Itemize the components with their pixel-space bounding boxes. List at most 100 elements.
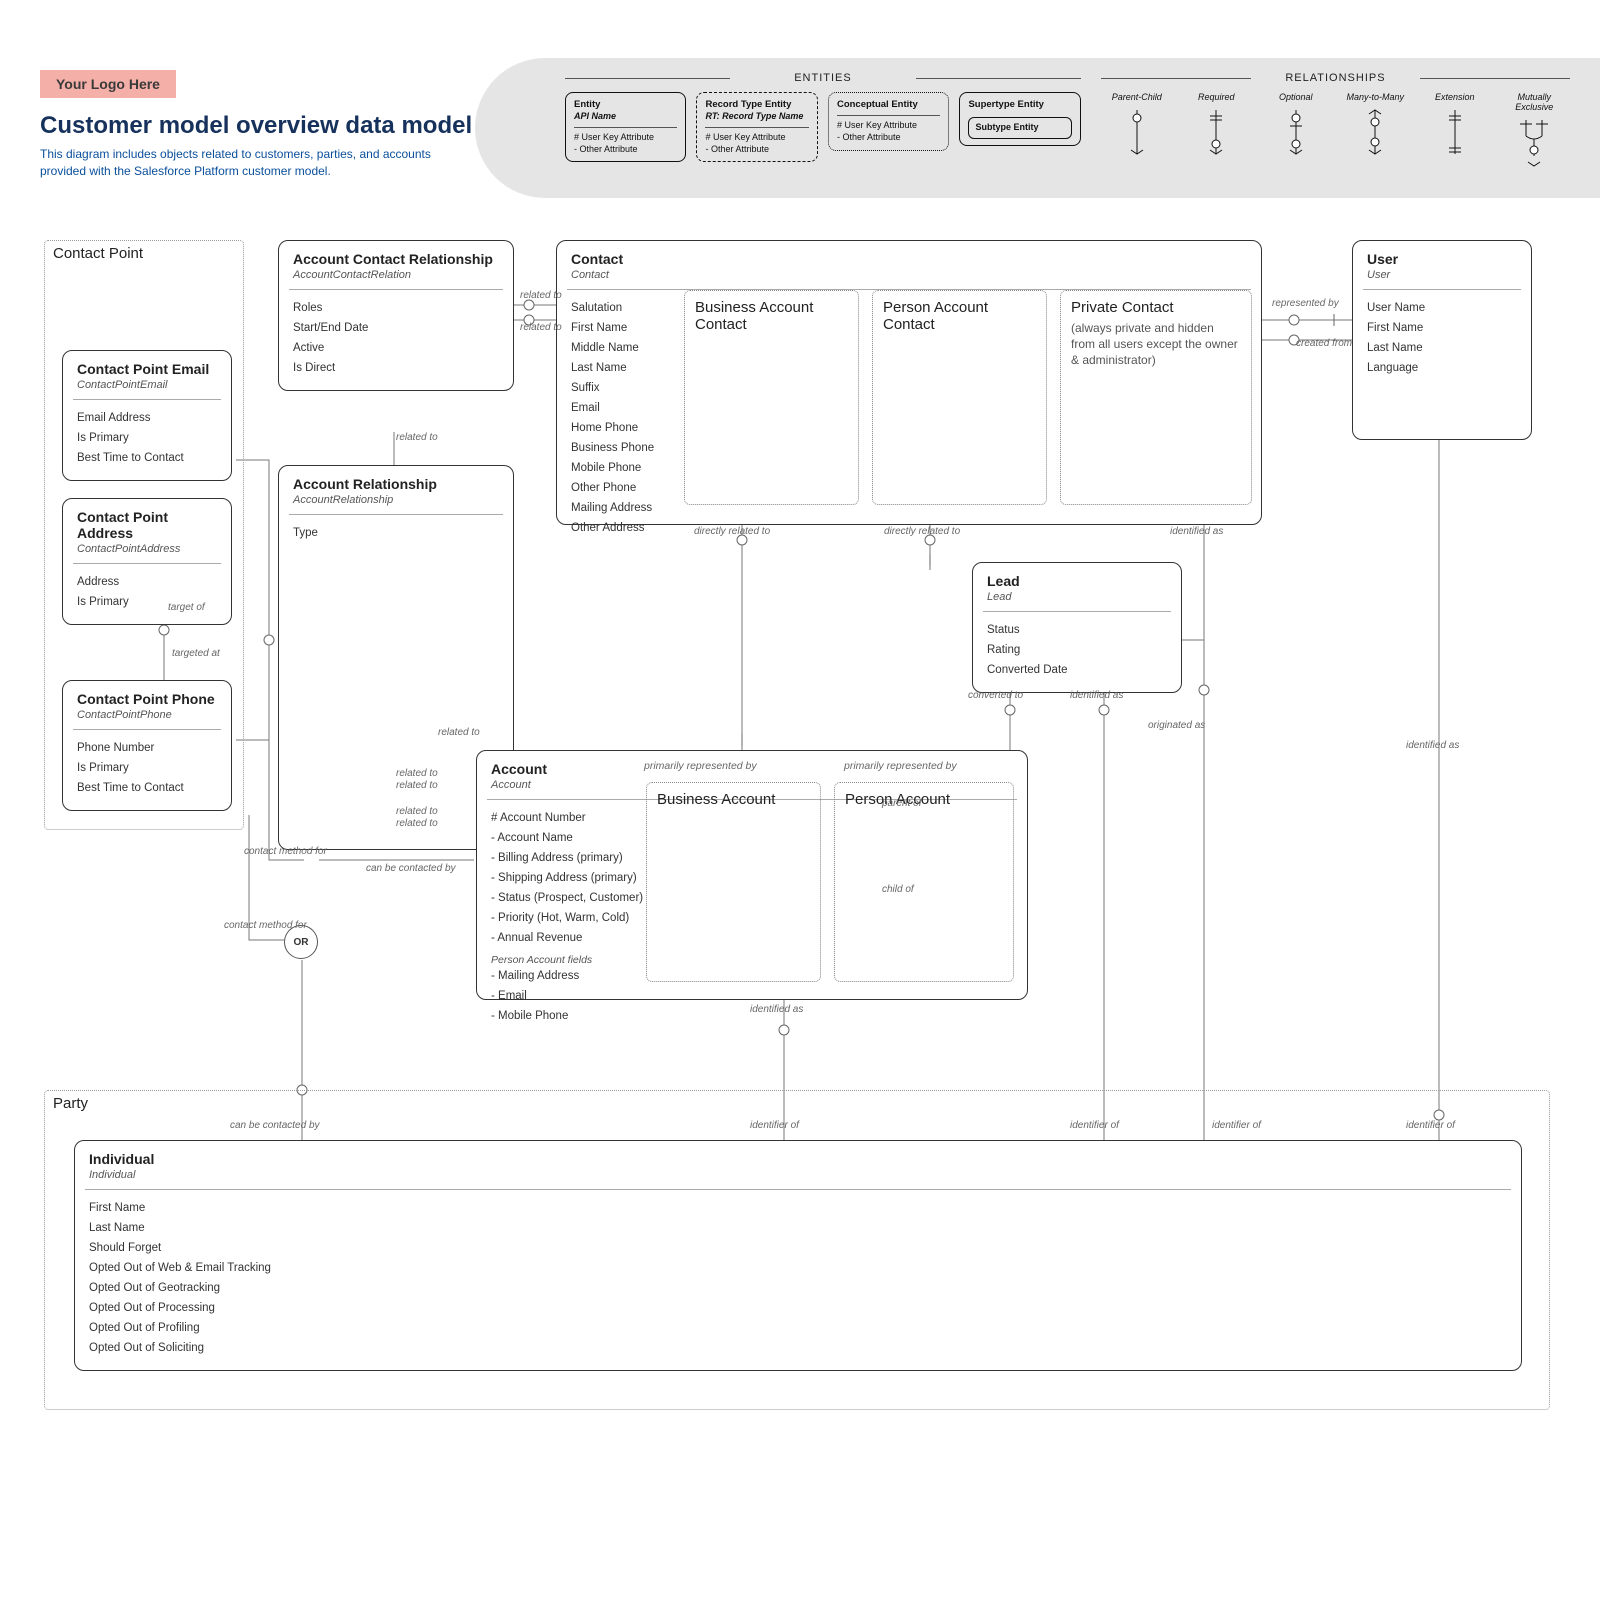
legend-entity-dotted-title: Conceptual Entity [837, 99, 940, 111]
subtype-desc: (always private and hidden from all user… [1071, 320, 1241, 369]
legend-entity-dotted: Conceptual Entity # User Key Attribute -… [828, 92, 949, 151]
subtype-person-account-contact: Person Account Contact [872, 290, 1047, 505]
diagram-canvas: Contact Point Contact Point Email Contac… [44, 240, 1556, 1520]
legend-rel-required: Required [1180, 92, 1252, 188]
legend-entity-supertype-title: Supertype Entity [968, 99, 1071, 111]
entity-attr: - Mobile Phone [491, 1006, 651, 1026]
entity-attr: Is Primary [77, 758, 217, 778]
group-party-title: Party [53, 1095, 88, 1112]
entity-name: Contact Point Phone [77, 691, 217, 707]
lbl: contact method for [244, 846, 327, 857]
entity-attr: # Account Number [491, 808, 651, 828]
entity-attr: Opted Out of Soliciting [89, 1338, 1507, 1358]
entity-attr: Roles [293, 298, 499, 318]
lbl: identifier of [1406, 1120, 1455, 1131]
lbl: identified as [1406, 740, 1459, 751]
entity-api: User [1367, 269, 1517, 281]
entity-api: ContactPointPhone [77, 709, 217, 721]
lbl: related to [520, 322, 562, 333]
legend-entity-dashed-api: RT: Record Type Name [705, 111, 808, 123]
entity-attr: Active [293, 338, 499, 358]
legend-rel-parent-child: Parent-Child [1101, 92, 1173, 188]
lbl: targeted at [172, 648, 220, 659]
legend-attr: - Other Attribute [705, 144, 808, 156]
entity-attr: Type [293, 523, 499, 543]
or-label: OR [294, 937, 309, 948]
entity-account-contact-relationship: Account Contact Relationship AccountCont… [278, 240, 514, 391]
entity-api: Lead [987, 591, 1167, 603]
entity-attr: Is Primary [77, 428, 217, 448]
legend-entity-dashed: Record Type Entity RT: Record Type Name … [696, 92, 817, 162]
entity-attr: Last Name [571, 358, 681, 378]
entity-attr: Business Phone [571, 438, 681, 458]
legend-rel-mutually-exclusive: Mutually Exclusive [1499, 92, 1571, 188]
entity-attr: Opted Out of Web & Email Tracking [89, 1258, 1507, 1278]
lbl: created from [1296, 338, 1352, 349]
entity-attr: Start/End Date [293, 318, 499, 338]
entity-attr: - Mailing Address [491, 966, 651, 986]
entity-api: Individual [89, 1169, 1507, 1181]
entity-attr: - Annual Revenue [491, 928, 651, 948]
entity-attr: Salutation [571, 298, 681, 318]
subtype-name: Private Contact [1071, 299, 1241, 316]
entity-name: Contact [571, 251, 1247, 267]
entity-name: Contact Point Address [77, 509, 217, 541]
lbl: related to [396, 780, 438, 791]
entity-attr: Should Forget [89, 1238, 1507, 1258]
entity-contact-point-phone: Contact Point Phone ContactPointPhone Ph… [62, 680, 232, 811]
lbl: represented by [1272, 298, 1339, 309]
entity-individual: Individual Individual First NameLast Nam… [74, 1140, 1522, 1371]
legend-relationships-heading: RELATIONSHIPS [1101, 72, 1570, 84]
legend-attr: # User Key Attribute [837, 120, 940, 132]
entity-attr: First Name [89, 1198, 1507, 1218]
lbl: identified as [1170, 526, 1223, 537]
legend-entity-subtype: Subtype Entity [968, 117, 1071, 139]
legend-attr: # User Key Attribute [705, 132, 808, 144]
subtype-name: Business Account [657, 791, 810, 808]
subtype-name: Person Account [845, 791, 1003, 808]
entity-attr: Other Address [571, 518, 681, 538]
lbl: can be contacted by [366, 863, 456, 874]
entity-attr: - Billing Address (primary) [491, 848, 651, 868]
lbl: can be contacted by [230, 1120, 320, 1131]
legend-entity-solid-title: Entity [574, 99, 677, 111]
entity-attr: Language [1367, 358, 1517, 378]
subtype-private-contact: Private Contact (always private and hidd… [1060, 290, 1252, 505]
entity-attr: Status [987, 620, 1167, 640]
entity-user: User User User Name First Name Last Name… [1352, 240, 1532, 440]
legend-relationships: RELATIONSHIPS Parent-ChildRequiredOption… [1101, 72, 1570, 188]
lbl: originated as [1148, 720, 1205, 731]
legend-rel-many-to-many: Many-to-Many [1340, 92, 1412, 188]
subtype-name: Business Account Contact [695, 299, 848, 333]
lbl: identified as [1070, 690, 1123, 701]
entity-attr: Last Name [1367, 338, 1517, 358]
entity-name: Individual [89, 1151, 1507, 1167]
entity-api: ContactPointAddress [77, 543, 217, 555]
entity-api: ContactPointEmail [77, 379, 217, 391]
entity-name: Contact Point Email [77, 361, 217, 377]
entity-attr: Other Phone [571, 478, 681, 498]
entity-attr: Address [77, 572, 217, 592]
page: Your Logo Here Customer model overview d… [0, 0, 1600, 1600]
legend-attr: # User Key Attribute [574, 132, 677, 144]
entity-lead: Lead Lead Status Rating Converted Date [972, 562, 1182, 693]
entity-attr: Converted Date [987, 660, 1167, 680]
entity-attr: - Shipping Address (primary) [491, 868, 651, 888]
entity-attr: - Email [491, 986, 651, 1006]
lbl: related to [396, 806, 438, 817]
legend-entity-solid-api: API Name [574, 111, 677, 123]
account-note-1: primarily represented by [644, 760, 757, 772]
account-note-2: primarily represented by [844, 760, 957, 772]
entity-contact-point-address: Contact Point Address ContactPointAddres… [62, 498, 232, 625]
subtype-business-account-contact: Business Account Contact [684, 290, 859, 505]
lbl: related to [396, 432, 438, 443]
lbl: related to [396, 818, 438, 829]
lbl: target of [168, 602, 205, 613]
entity-attr: Is Direct [293, 358, 499, 378]
legend-rel-optional: Optional [1260, 92, 1332, 188]
entity-attr: Home Phone [571, 418, 681, 438]
entity-attr: Opted Out of Geotracking [89, 1278, 1507, 1298]
lbl: identifier of [1070, 1120, 1119, 1131]
entity-attr: Mailing Address [571, 498, 681, 518]
entity-name: Account Contact Relationship [293, 251, 499, 267]
